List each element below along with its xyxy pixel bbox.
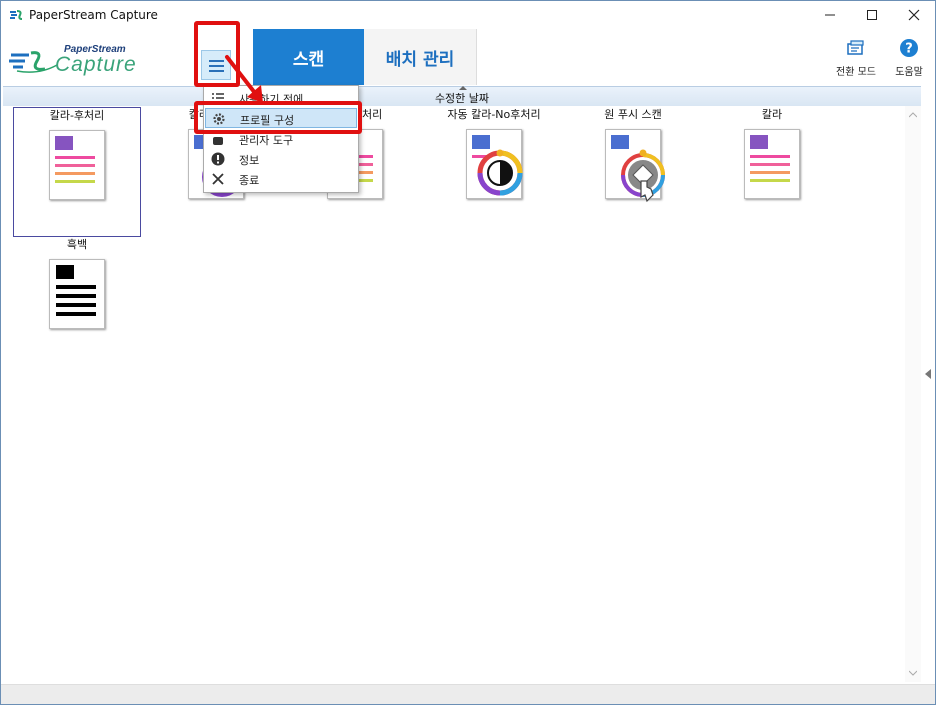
scroll-down-icon[interactable] (909, 670, 917, 676)
sort-bar[interactable]: 수정한 날짜 (3, 86, 921, 107)
profile-label: 칼라-후처리 (49, 109, 105, 122)
menu-item-label: 종료 (239, 174, 260, 187)
menu-item-label: 정보 (239, 154, 260, 167)
help-label: 도움말 (895, 67, 923, 78)
switch-mode-icon (847, 40, 864, 55)
help-button[interactable]: ? 도움말 (889, 38, 929, 78)
switch-mode-button[interactable]: 전환 모드 (831, 38, 881, 78)
profile-item[interactable]: 흑백 (13, 237, 141, 329)
maximize-button[interactable] (849, 1, 895, 29)
sort-label: 수정한 날짜 (434, 92, 490, 105)
profile-label: 흑백 (66, 238, 88, 251)
profile-label: 칼라 (761, 108, 783, 121)
logo-text-main: Capture (55, 53, 137, 76)
app-window: PaperStream Capture PaperStream Capture … (0, 0, 936, 705)
app-icon (10, 10, 23, 20)
app-header: PaperStream Capture 스캔 배치 관리 전환 모드 ? 도움말 (1, 29, 935, 86)
scroll-up-icon[interactable] (909, 112, 917, 118)
help-icon: ? (900, 39, 918, 57)
profile-label: 자동 칼라-No후처리 (447, 108, 541, 121)
profile-list: 칼라-후처리 칼라-후처리 (3, 106, 905, 682)
profile-item[interactable]: 칼라 (708, 107, 836, 199)
profile-item[interactable]: 자동 칼라-No후처리 (430, 107, 558, 199)
vertical-scrollbar[interactable] (905, 106, 921, 682)
minimize-button[interactable] (807, 1, 853, 29)
one-push-scan-icon (605, 129, 665, 203)
title-bar: PaperStream Capture (1, 1, 935, 29)
menu-item-info[interactable]: 정보 (205, 149, 357, 169)
maximize-icon (867, 10, 877, 20)
close-button[interactable] (891, 1, 935, 29)
svg-text:?: ? (905, 42, 913, 57)
info-icon (211, 152, 225, 166)
tools-icon (213, 137, 223, 145)
close-icon (212, 173, 224, 185)
minimize-icon (825, 14, 835, 16)
auto-color-document-icon (466, 129, 523, 199)
color-document-icon (49, 130, 105, 200)
side-panel-toggle-icon[interactable] (925, 369, 931, 379)
close-icon (908, 9, 920, 21)
annotation-box-profile-config (194, 101, 362, 134)
menu-item-exit[interactable]: 종료 (205, 169, 357, 189)
menu-item-label: 관리자 도구 (239, 134, 294, 147)
switch-mode-label: 전환 모드 (836, 67, 876, 78)
color-document-icon (744, 129, 800, 199)
status-bar (1, 684, 935, 704)
black-white-document-icon (49, 259, 105, 329)
profile-label: 원 푸시 스캔 (604, 108, 662, 121)
profile-item[interactable]: 원 푸시 스캔 (569, 107, 697, 203)
window-title: PaperStream Capture (29, 8, 158, 22)
tab-batch[interactable]: 배치 관리 (364, 29, 477, 85)
annotation-arrow-icon (225, 55, 263, 103)
profile-item[interactable]: 칼라-후처리 (13, 107, 141, 237)
paperstream-logo: PaperStream Capture (9, 43, 159, 77)
